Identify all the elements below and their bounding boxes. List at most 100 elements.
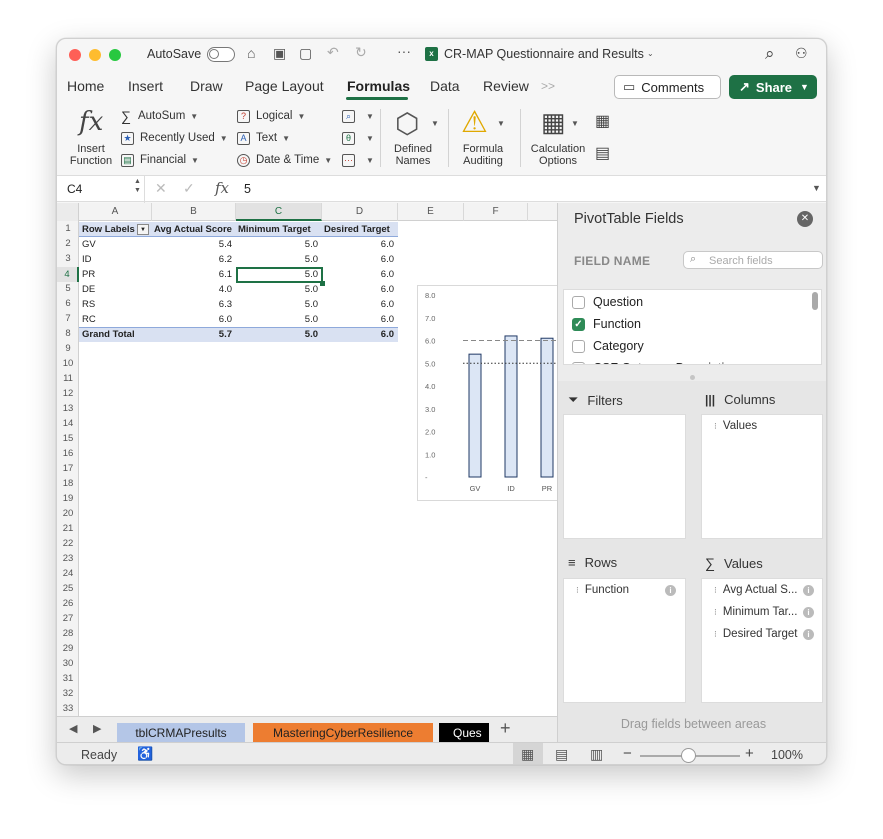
column-header-a[interactable]: A <box>79 203 152 221</box>
fill-handle[interactable] <box>320 281 325 286</box>
close-panel-icon[interactable]: ✕ <box>797 211 813 227</box>
logical-button[interactable]: ? Logical ▼ <box>237 108 305 124</box>
values-area[interactable]: ⁝ Avg Actual S... i ⁝ Minimum Tar... i ⁝ Desire… <box>701 578 823 703</box>
values-item[interactable]: ⁝ Desired Target i <box>714 628 822 640</box>
zoom-in-icon[interactable]: + <box>745 745 754 762</box>
calc-options-chevron-icon[interactable]: ▼ <box>571 119 579 128</box>
row-header[interactable]: 30 <box>57 658 79 669</box>
values-item[interactable]: ⁝ Minimum Tar... i <box>714 606 822 618</box>
row-header[interactable]: 23 <box>57 553 79 564</box>
row-header[interactable]: 7 <box>57 313 79 324</box>
save-as-icon[interactable]: ▢ <box>299 45 312 62</box>
field-list[interactable]: Question ✓ Function Category CSF Outcome Des… <box>563 289 822 365</box>
calculation-options-label[interactable]: Calculation Options <box>527 143 589 167</box>
field-checkbox[interactable] <box>572 361 585 364</box>
close-window-button[interactable] <box>69 49 81 61</box>
row-header[interactable]: 19 <box>57 493 79 504</box>
tab-data[interactable]: Data <box>430 78 460 94</box>
field-item[interactable]: Question <box>572 293 643 311</box>
home-icon[interactable]: ⌂ <box>247 45 255 61</box>
autosum-button[interactable]: ∑ AutoSum ▼ <box>121 108 198 124</box>
more-icon[interactable]: ··· <box>397 43 411 59</box>
selected-cell-c4[interactable] <box>236 267 323 283</box>
minimize-window-button[interactable] <box>89 49 101 61</box>
columns-item-values[interactable]: ⁝ Values <box>714 420 757 432</box>
comments-button[interactable]: ▭ Comments <box>614 75 721 99</box>
row-header[interactable]: 20 <box>57 508 79 519</box>
calculator-icon[interactable]: ▦ <box>541 107 566 138</box>
tab-review[interactable]: Review <box>483 78 529 94</box>
field-item[interactable]: CSF Outcome Description <box>572 359 738 364</box>
save-icon[interactable]: ▣ <box>273 45 286 62</box>
next-sheet-icon[interactable]: ▶ <box>93 722 101 735</box>
share-people-icon[interactable]: ⚇ <box>795 45 808 62</box>
row-header[interactable]: 10 <box>57 358 79 369</box>
row-header[interactable]: 9 <box>57 343 79 354</box>
defined-names-label[interactable]: Defined Names <box>387 143 439 167</box>
cancel-icon[interactable]: ✕ <box>155 180 167 197</box>
row-header[interactable]: 29 <box>57 643 79 654</box>
info-icon[interactable]: i <box>803 584 814 596</box>
row-header[interactable]: 24 <box>57 568 79 579</box>
accessibility-icon[interactable]: ♿ <box>137 746 153 762</box>
row-header[interactable]: 8 <box>57 328 79 339</box>
formula-auditing-chevron-icon[interactable]: ▼ <box>497 119 505 128</box>
field-checkbox[interactable] <box>572 339 585 353</box>
row-header[interactable]: 14 <box>57 418 79 429</box>
zoom-out-icon[interactable]: − <box>623 745 632 762</box>
row-header[interactable]: 5 <box>57 283 79 294</box>
prev-sheet-icon[interactable]: ◀ <box>69 722 77 735</box>
column-header-b[interactable]: B <box>152 203 236 221</box>
page-layout-view-icon[interactable]: ▤ <box>555 746 568 763</box>
select-all-corner[interactable] <box>57 203 79 221</box>
info-icon[interactable]: i <box>803 628 814 640</box>
math-button[interactable]: θ ▼ <box>342 130 374 146</box>
sheet-tab-tblcrmapresults[interactable]: tblCRMAPresults <box>117 723 245 743</box>
row-header[interactable]: 27 <box>57 613 79 624</box>
tab-formulas[interactable]: Formulas <box>347 78 410 94</box>
pivot-chart[interactable]: 8.07.06.05.04.03.02.01.0-GV ID PR <box>417 285 557 501</box>
columns-area[interactable]: ⁝ Values <box>701 414 823 539</box>
field-checkbox[interactable]: ✓ <box>572 317 585 331</box>
defined-names-chevron-icon[interactable]: ▼ <box>431 119 439 128</box>
name-box[interactable]: C4 <box>67 182 82 196</box>
search-fields-input[interactable]: ⌕ Search fields <box>683 251 823 269</box>
row-header[interactable]: 22 <box>57 538 79 549</box>
row-header[interactable]: 28 <box>57 628 79 639</box>
fx-icon[interactable]: fx <box>215 179 229 197</box>
expand-formula-icon[interactable]: ▼ <box>812 183 821 193</box>
redo-icon[interactable]: ↻ <box>355 44 367 61</box>
row-header[interactable]: 32 <box>57 688 79 699</box>
column-header-d[interactable]: D <box>322 203 398 221</box>
row-header[interactable]: 15 <box>57 433 79 444</box>
insert-function-icon[interactable]: fx <box>79 107 103 137</box>
row-header[interactable]: 25 <box>57 583 79 594</box>
filters-area[interactable] <box>563 414 686 539</box>
rows-area[interactable]: ⁝ Function i <box>563 578 686 703</box>
more-functions-button[interactable]: ··· ▼ <box>342 152 374 168</box>
recently-used-button[interactable]: ★ Recently Used ▼ <box>121 130 228 146</box>
formula-auditing-label[interactable]: Formula Auditing <box>455 143 511 167</box>
field-item[interactable]: ✓ Function <box>572 315 641 333</box>
text-button[interactable]: A Text ▼ <box>237 130 290 146</box>
splitter-handle[interactable] <box>690 375 695 380</box>
row-header[interactable]: 4 <box>57 267 79 282</box>
info-icon[interactable]: i <box>665 584 676 596</box>
add-sheet-icon[interactable]: + <box>500 718 511 739</box>
calculate-now-icon[interactable]: ▦ <box>595 111 610 131</box>
row-header[interactable]: 2 <box>57 238 79 249</box>
tab-page-layout[interactable]: Page Layout <box>245 78 324 94</box>
formula-auditing-icon[interactable]: ⚠ <box>461 105 488 140</box>
normal-view-button[interactable]: ▦ <box>513 743 543 764</box>
row-header[interactable]: 21 <box>57 523 79 534</box>
search-icon[interactable]: ⌕ <box>765 44 775 64</box>
sheet-tab-ques[interactable]: Ques <box>439 723 489 743</box>
row-header[interactable]: 16 <box>57 448 79 459</box>
undo-icon[interactable]: ↶ <box>327 44 339 61</box>
defined-names-icon[interactable]: ⬡ <box>395 107 419 140</box>
row-header[interactable]: 3 <box>57 253 79 264</box>
zoom-slider-thumb[interactable] <box>681 748 696 763</box>
lookup-button[interactable]: ⌕ ▼ <box>342 108 374 124</box>
sheet-tab-masteringcyberresilience[interactable]: MasteringCyberResilience <box>253 723 433 743</box>
formula-input[interactable]: 5 <box>244 182 251 196</box>
